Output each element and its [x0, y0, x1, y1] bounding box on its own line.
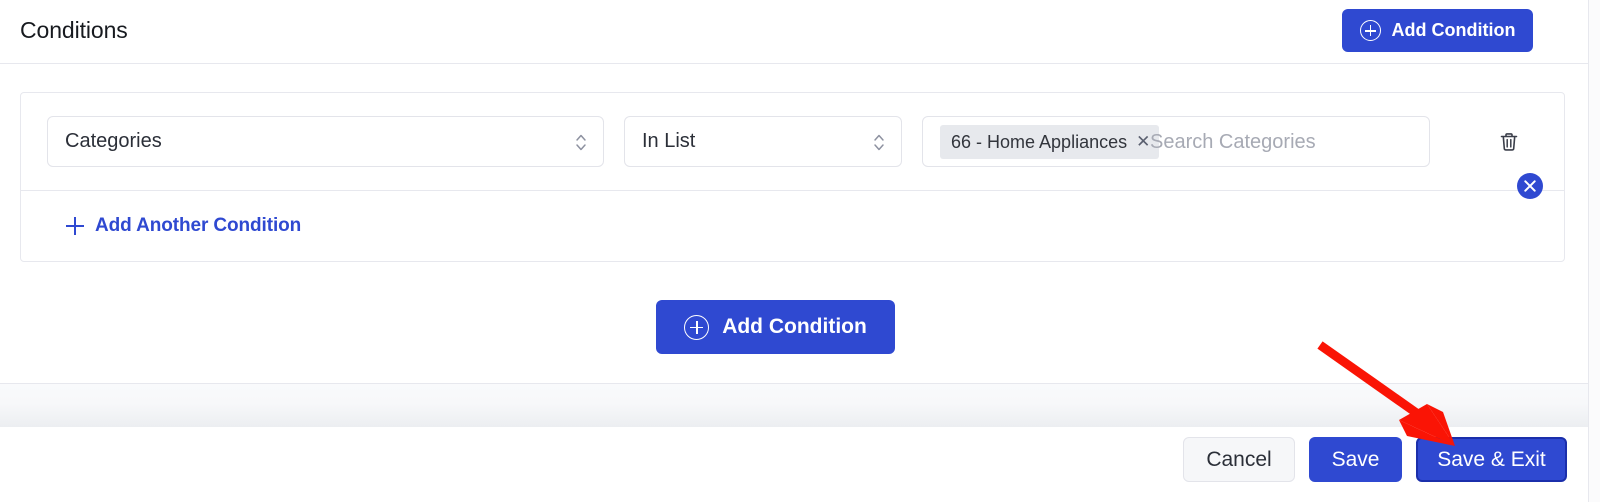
trash-icon[interactable] — [1494, 127, 1524, 157]
save-button[interactable]: Save — [1309, 437, 1402, 482]
conditions-header: Conditions Add Condition — [0, 0, 1588, 64]
close-circle-icon[interactable] — [1517, 173, 1543, 199]
plus-circle-icon — [684, 314, 710, 340]
value-chip[interactable]: 66 - Home Appliances ✕ — [940, 125, 1160, 159]
value-chip-label: 66 - Home Appliances — [951, 131, 1128, 152]
condition-operator-select[interactable]: In List — [624, 116, 902, 167]
footer-actions: Cancel Save Save & Exit — [1183, 437, 1567, 482]
page-right-gutter — [1589, 0, 1600, 502]
chevron-up-down-icon — [574, 131, 588, 154]
plus-icon — [66, 217, 84, 235]
page-title: Conditions — [20, 17, 128, 43]
condition-field-select[interactable]: Categories — [47, 116, 604, 167]
cancel-button[interactable]: Cancel — [1183, 437, 1295, 482]
close-x-icon[interactable]: ✕ — [1136, 133, 1150, 152]
plus-circle-icon — [1359, 20, 1381, 41]
conditions-panel: Categories In List 66 - Home Appliances — [20, 92, 1565, 262]
main-add-condition-label: Add Condition — [722, 315, 867, 338]
condition-values-field[interactable]: 66 - Home Appliances ✕ — [922, 116, 1430, 167]
footer-divider — [0, 383, 1588, 427]
header-add-condition-button[interactable]: Add Condition — [1342, 9, 1533, 52]
chevron-up-down-icon — [872, 131, 886, 154]
add-another-condition-link[interactable]: Add Another Condition — [66, 215, 301, 237]
header-add-condition-label: Add Condition — [1391, 20, 1516, 40]
condition-operator-value: In List — [642, 130, 696, 152]
save-exit-button[interactable]: Save & Exit — [1416, 437, 1567, 482]
main-add-condition-button[interactable]: Add Condition — [656, 300, 895, 354]
search-categories-input[interactable] — [1150, 131, 1410, 154]
condition-row: Categories In List 66 - Home Appliances — [21, 93, 1564, 191]
condition-field-value: Categories — [65, 130, 162, 152]
add-another-condition-label: Add Another Condition — [95, 215, 302, 236]
